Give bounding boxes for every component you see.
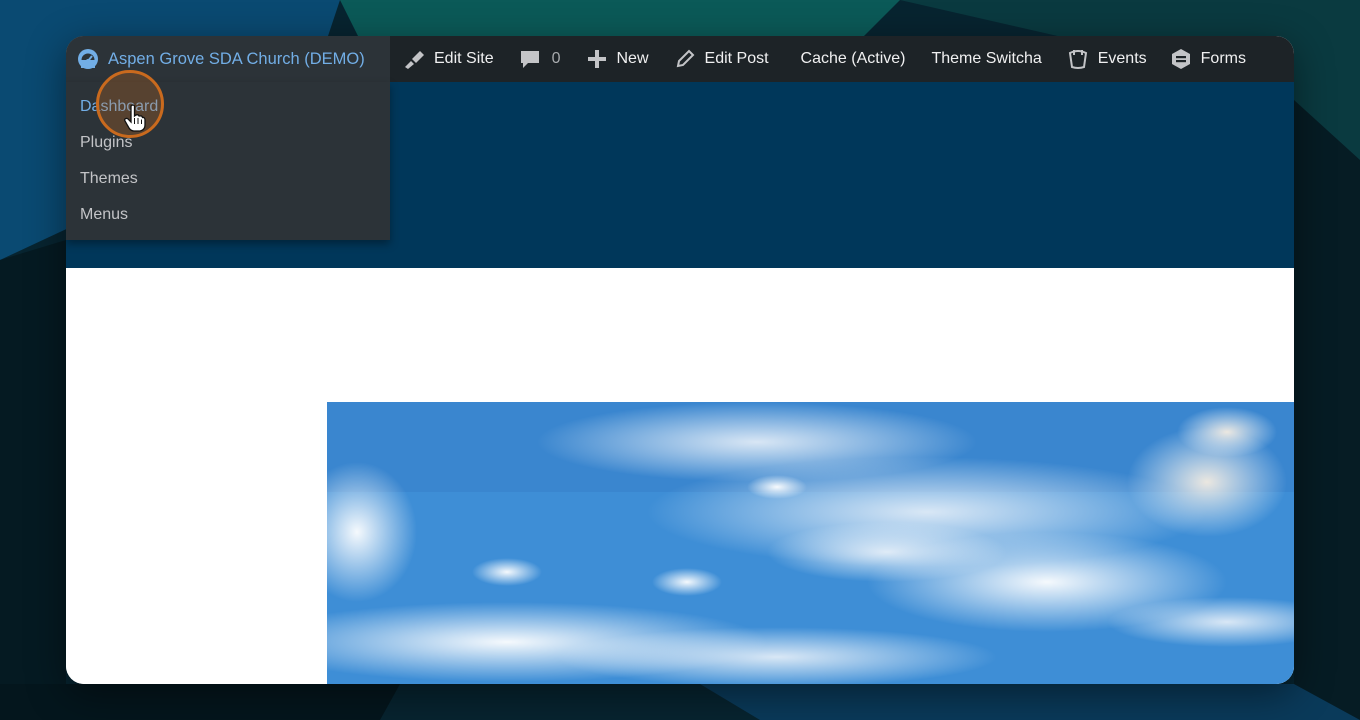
comment-bubble-icon bbox=[518, 47, 542, 71]
theme-switcha-label: Theme Switcha bbox=[931, 50, 1042, 67]
submenu-item-menus[interactable]: Menus bbox=[66, 200, 390, 236]
forms-label: Forms bbox=[1200, 50, 1246, 67]
brush-icon bbox=[402, 47, 426, 71]
comments-count: 0 bbox=[551, 50, 561, 67]
edit-site-button[interactable]: Edit Site bbox=[390, 36, 504, 82]
forms-menu[interactable]: Forms bbox=[1157, 36, 1256, 82]
calendar-icon bbox=[1066, 47, 1090, 71]
pencil-icon bbox=[673, 47, 697, 71]
site-content bbox=[66, 268, 1294, 684]
wp-admin-bar: Aspen Grove SDA Church (DEMO) Edit Site … bbox=[66, 36, 1294, 82]
hand-pointer-icon bbox=[124, 104, 146, 132]
new-content-button[interactable]: New bbox=[571, 36, 659, 82]
new-label: New bbox=[616, 50, 649, 67]
dashboard-gauge-icon bbox=[76, 47, 100, 71]
submenu-item-themes[interactable]: Themes bbox=[66, 164, 390, 200]
events-menu[interactable]: Events bbox=[1052, 36, 1157, 82]
edit-post-label: Edit Post bbox=[704, 50, 769, 67]
plus-icon bbox=[585, 47, 609, 71]
theme-switcha-menu[interactable]: Theme Switcha bbox=[915, 36, 1051, 82]
site-name-label: Aspen Grove SDA Church (DEMO) bbox=[108, 49, 365, 68]
forms-icon bbox=[1169, 47, 1193, 71]
browser-window: Aspen Grove SDA Church (DEMO) Edit Site … bbox=[66, 36, 1294, 684]
events-label: Events bbox=[1097, 50, 1147, 67]
cache-label: Cache (Active) bbox=[800, 50, 906, 67]
hero-sky-image bbox=[327, 402, 1294, 684]
cache-menu[interactable]: Cache (Active) bbox=[779, 36, 916, 82]
edit-site-label: Edit Site bbox=[434, 50, 494, 67]
comments-button[interactable]: 0 bbox=[504, 36, 571, 82]
edit-post-button[interactable]: Edit Post bbox=[659, 36, 779, 82]
